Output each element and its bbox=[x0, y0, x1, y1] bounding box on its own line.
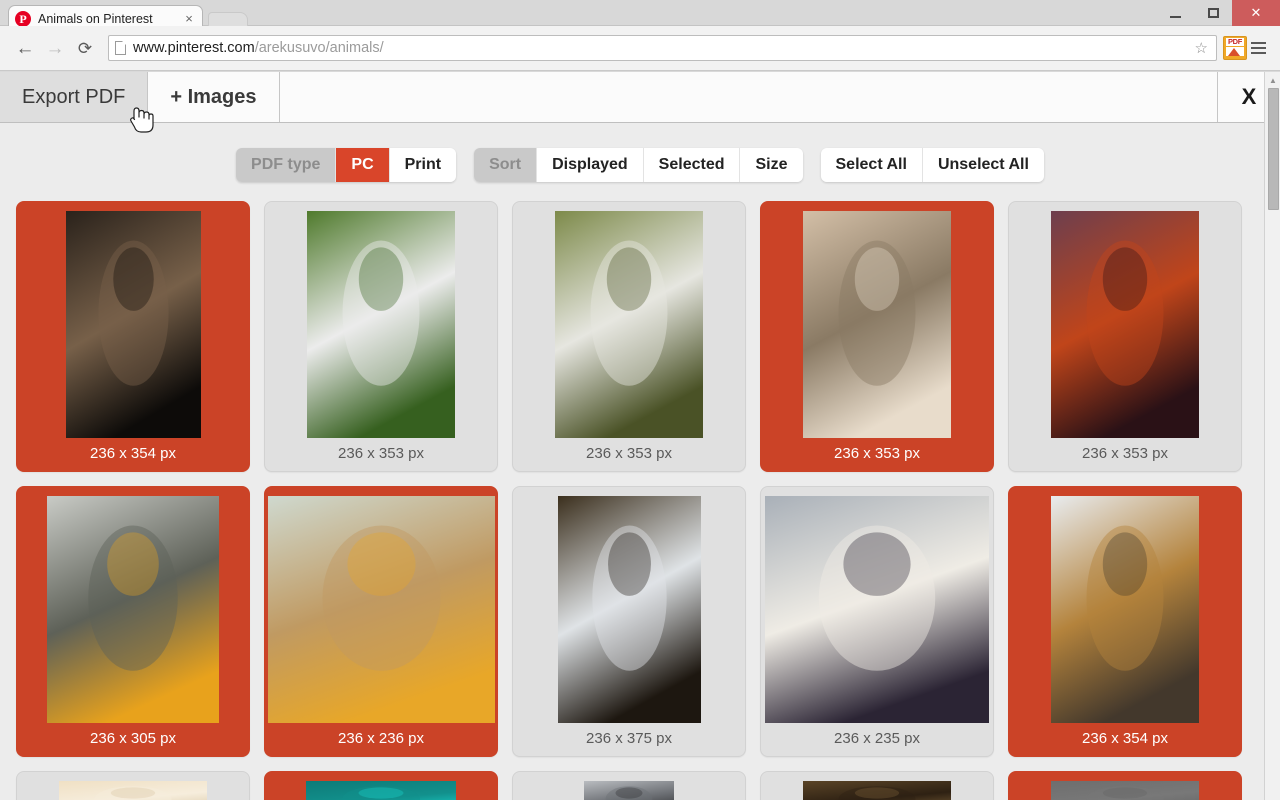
scrollbar-thumb[interactable] bbox=[1268, 88, 1279, 210]
thumbnail-albino-deer[interactable] bbox=[307, 211, 455, 438]
address-bar[interactable]: www.pinterest.com/arekusuvo/animals/ ☆ bbox=[108, 35, 1217, 61]
reload-button[interactable]: ⟳ bbox=[70, 33, 100, 63]
export-pdf-button[interactable]: Export PDF bbox=[0, 72, 149, 122]
bookmark-star-icon[interactable]: ☆ bbox=[1195, 41, 1208, 56]
close-window-button[interactable]: ✕ bbox=[1232, 0, 1280, 26]
tab-title: Animals on Pinterest bbox=[38, 12, 153, 26]
image-card[interactable]: 236 x 353 px bbox=[1008, 201, 1242, 472]
pinterest-favicon-icon: P bbox=[15, 11, 31, 27]
pdf-extension-icon[interactable]: PDF bbox=[1223, 36, 1247, 60]
image-card[interactable]: 236 x 305 px bbox=[16, 486, 250, 757]
sort-label: Sort bbox=[474, 148, 538, 182]
selection-group: Select All Unselect All bbox=[820, 148, 1044, 182]
extension-panel: PDF type PC Print Sort Displayed Selecte… bbox=[0, 123, 1280, 800]
url-path: /arekusuvo/animals/ bbox=[254, 40, 384, 56]
image-card[interactable]: 236 x 353 px bbox=[264, 201, 498, 472]
image-card[interactable] bbox=[1008, 771, 1242, 800]
image-size-caption: 236 x 353 px bbox=[338, 445, 424, 462]
image-card[interactable]: 236 x 236 px bbox=[264, 486, 498, 757]
pdf-type-group: PDF type PC Print bbox=[236, 148, 457, 182]
maximize-button[interactable] bbox=[1194, 0, 1232, 26]
add-images-button[interactable]: + Images bbox=[148, 72, 280, 122]
pdf-type-option-print[interactable]: Print bbox=[389, 148, 457, 182]
pdf-type-label: PDF type bbox=[236, 148, 337, 182]
image-size-caption: 236 x 235 px bbox=[834, 730, 920, 747]
thumbnail-brown-wood[interactable] bbox=[803, 781, 951, 800]
image-size-caption: 236 x 353 px bbox=[586, 445, 672, 462]
back-button[interactable]: ← bbox=[10, 33, 40, 63]
browser-window: P Animals on Pinterest × ✕ ← → ⟳ www.pin… bbox=[0, 0, 1280, 800]
image-card[interactable]: 236 x 353 px bbox=[512, 201, 746, 472]
titlebar: P Animals on Pinterest × ✕ bbox=[0, 0, 1280, 32]
tab-strip: P Animals on Pinterest × bbox=[0, 0, 1160, 32]
thumbnail-gray-object[interactable] bbox=[584, 781, 674, 800]
pdf-extension-label: PDF bbox=[1225, 37, 1245, 46]
minimize-icon bbox=[1169, 16, 1181, 18]
image-card[interactable] bbox=[760, 771, 994, 800]
image-size-caption: 236 x 353 px bbox=[834, 445, 920, 462]
minimize-button[interactable] bbox=[1156, 0, 1194, 26]
sort-option-displayed[interactable]: Displayed bbox=[537, 148, 644, 182]
thumbnail-yawning-husky[interactable] bbox=[765, 496, 989, 723]
thumbnail-snow-tiger[interactable] bbox=[1051, 496, 1199, 723]
image-card[interactable]: 236 x 353 px bbox=[760, 201, 994, 472]
image-size-caption: 236 x 354 px bbox=[90, 445, 176, 462]
page-info-icon bbox=[115, 41, 126, 55]
pdf-extension-image-glyph bbox=[1226, 47, 1244, 56]
image-size-caption: 236 x 236 px bbox=[338, 730, 424, 747]
image-card[interactable] bbox=[264, 771, 498, 800]
controls-bar: PDF type PC Print Sort Displayed Selecte… bbox=[0, 123, 1280, 182]
image-card[interactable] bbox=[16, 771, 250, 800]
pdf-type-option-pc[interactable]: PC bbox=[336, 148, 390, 182]
forward-button[interactable]: → bbox=[40, 33, 70, 63]
thumbnail-white-fox[interactable] bbox=[555, 211, 703, 438]
sort-option-size[interactable]: Size bbox=[740, 148, 803, 182]
sort-group: Sort Displayed Selected Size bbox=[474, 148, 803, 182]
image-card[interactable] bbox=[512, 771, 746, 800]
image-card[interactable]: 236 x 235 px bbox=[760, 486, 994, 757]
thumbnail-ocelot-in-log[interactable] bbox=[65, 211, 201, 438]
select-all-button[interactable]: Select All bbox=[820, 148, 923, 182]
image-card[interactable]: 236 x 354 px bbox=[16, 201, 250, 472]
thumbnail-cheetah-cub[interactable] bbox=[267, 496, 495, 723]
thumbnail-teal-scene[interactable] bbox=[306, 781, 456, 800]
thumbnail-gray-block[interactable] bbox=[1051, 781, 1199, 800]
extension-toolbar: Export PDF + Images X bbox=[0, 72, 1280, 123]
maximize-icon bbox=[1207, 8, 1219, 18]
thumbnail-fruit-bat[interactable] bbox=[1051, 211, 1199, 438]
window-controls: ✕ bbox=[1156, 0, 1280, 26]
thumbnail-sleeping-kitten[interactable] bbox=[803, 211, 951, 438]
thumbnail-secretary-bird[interactable] bbox=[47, 496, 219, 723]
image-size-caption: 236 x 305 px bbox=[90, 730, 176, 747]
chrome-menu-icon[interactable] bbox=[1247, 42, 1270, 54]
mouse-cursor-hand-icon bbox=[130, 107, 154, 133]
tab-close-icon[interactable]: × bbox=[182, 12, 196, 26]
toolbar-spacer bbox=[280, 72, 1218, 122]
sort-option-selected[interactable]: Selected bbox=[643, 148, 741, 182]
scroll-up-arrow-icon[interactable]: ▲ bbox=[1265, 72, 1280, 88]
image-size-caption: 236 x 375 px bbox=[586, 730, 672, 747]
url-text: www.pinterest.com/arekusuvo/animals/ bbox=[133, 40, 384, 56]
image-size-caption: 236 x 353 px bbox=[1082, 445, 1168, 462]
thumbnail-cream-fur[interactable] bbox=[59, 781, 207, 800]
image-size-caption: 236 x 354 px bbox=[1082, 730, 1168, 747]
navigation-bar: ← → ⟳ www.pinterest.com/arekusuvo/animal… bbox=[0, 26, 1280, 71]
image-card[interactable]: 236 x 354 px bbox=[1008, 486, 1242, 757]
omnibox-actions: ☆ bbox=[1195, 41, 1210, 56]
url-host: www.pinterest.com bbox=[133, 40, 255, 56]
image-grid: 236 x 354 px 236 x 353 px 236 x 353 px 236 … bbox=[0, 182, 1280, 800]
unselect-all-button[interactable]: Unselect All bbox=[922, 148, 1044, 182]
image-card[interactable]: 236 x 375 px bbox=[512, 486, 746, 757]
thumbnail-harpy-eagle[interactable] bbox=[557, 496, 701, 723]
page-scrollbar[interactable]: ▲ bbox=[1264, 72, 1280, 800]
